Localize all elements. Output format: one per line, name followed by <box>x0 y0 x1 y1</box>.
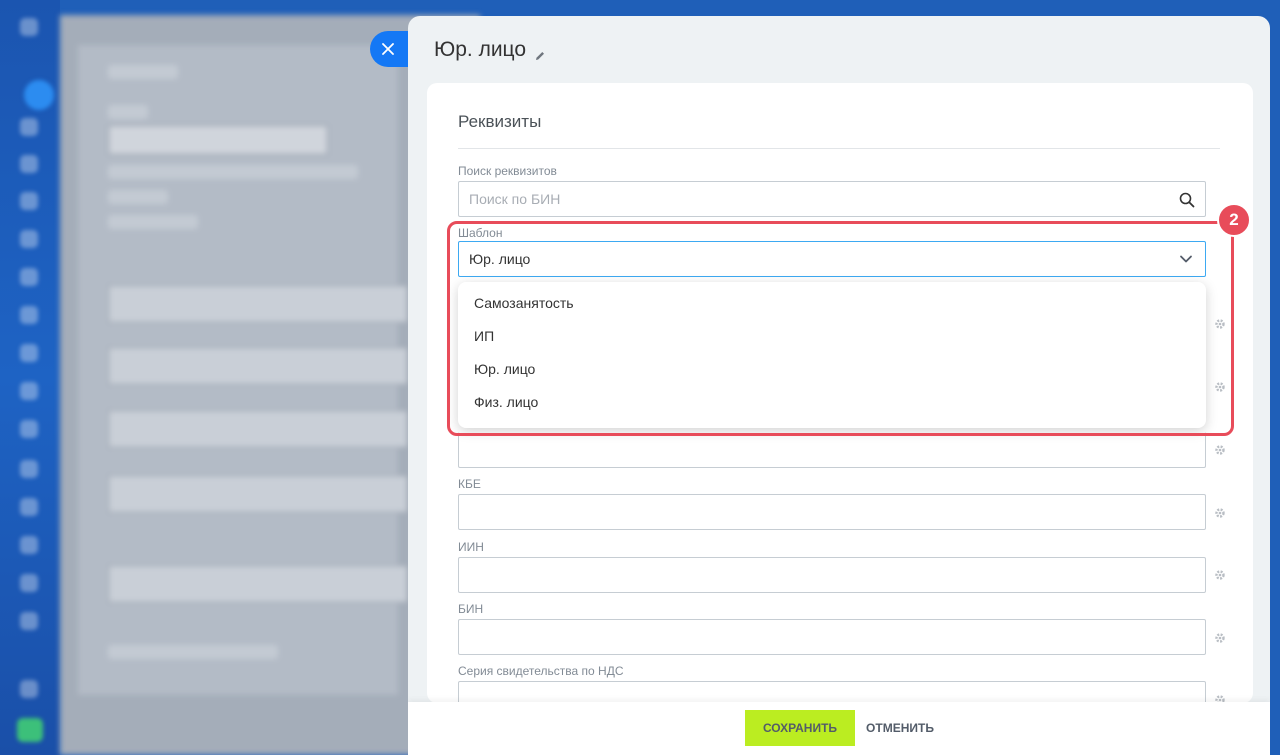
search-label: Поиск реквизитов <box>458 164 557 178</box>
background-field <box>108 410 408 448</box>
nav-icon <box>20 306 38 324</box>
nav-icon <box>20 382 38 400</box>
search-icon[interactable] <box>1179 192 1195 208</box>
slider-header: Юр. лицо <box>434 38 546 62</box>
bin-input[interactable] <box>459 620 1205 654</box>
background-content <box>78 45 408 695</box>
step-badge: 2 <box>1217 203 1251 237</box>
app-icon <box>17 718 43 742</box>
divider <box>458 148 1220 149</box>
highlight-frame <box>447 221 1234 436</box>
nav-icon <box>20 230 38 248</box>
vat-series-label: Серия свидетельства по НДС <box>458 664 624 678</box>
nav-icon <box>20 344 38 362</box>
kbe-input[interactable] <box>459 495 1205 529</box>
footer-bar: СОХРАНИТЬ ОТМЕНИТЬ <box>408 702 1270 755</box>
iin-field[interactable] <box>458 557 1206 593</box>
nav-icon <box>20 420 38 438</box>
background-sidebar <box>0 0 60 755</box>
search-input[interactable] <box>459 182 1205 216</box>
gear-icon[interactable] <box>1214 507 1226 519</box>
background-field <box>108 285 408 323</box>
background-text <box>108 65 178 79</box>
nav-icon <box>20 155 38 173</box>
card-heading: Реквизиты <box>458 112 542 131</box>
bin-label: БИН <box>458 602 484 616</box>
background-button <box>108 125 328 155</box>
pencil-icon <box>536 52 545 60</box>
gear-icon[interactable] <box>1214 569 1226 581</box>
nav-icon <box>20 612 38 630</box>
kbe-field[interactable] <box>458 494 1206 530</box>
cancel-button[interactable]: ОТМЕНИТЬ <box>860 710 940 746</box>
hidden-field[interactable] <box>458 432 1206 468</box>
edit-title-button[interactable] <box>534 44 546 60</box>
close-icon <box>382 43 394 55</box>
background-text <box>108 190 168 204</box>
kbe-label: КБЕ <box>458 477 481 491</box>
active-nav-icon <box>24 80 54 110</box>
search-field <box>458 181 1206 217</box>
nav-icon <box>20 192 38 210</box>
background-text <box>108 165 358 179</box>
background-text <box>108 645 278 659</box>
nav-icon <box>20 574 38 592</box>
background-field <box>108 347 408 385</box>
page-title: Юр. лицо <box>434 38 527 61</box>
background-field <box>108 565 408 603</box>
gear-icon[interactable] <box>1214 632 1226 644</box>
background-text <box>108 105 148 119</box>
nav-icon <box>20 268 38 286</box>
menu-icon <box>20 18 38 36</box>
nav-icon <box>20 498 38 516</box>
bin-field[interactable] <box>458 619 1206 655</box>
nav-icon <box>20 536 38 554</box>
nav-icon <box>20 118 38 136</box>
background-field <box>108 475 408 513</box>
nav-icon <box>20 680 38 698</box>
nav-icon <box>20 460 38 478</box>
save-button[interactable]: СОХРАНИТЬ <box>745 710 855 746</box>
background-text <box>108 215 198 229</box>
iin-input[interactable] <box>459 558 1205 592</box>
gear-icon[interactable] <box>1214 444 1226 456</box>
iin-label: ИИН <box>458 540 484 554</box>
